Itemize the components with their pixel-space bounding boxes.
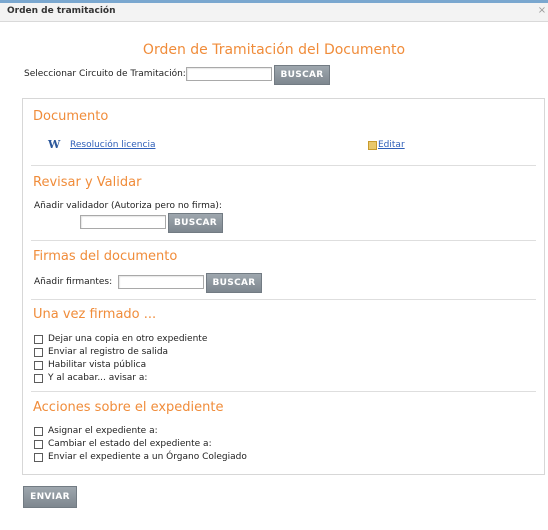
dialog-title: Orden de tramitación [7, 6, 116, 16]
checkbox[interactable] [34, 348, 43, 357]
circuit-label: Seleccionar Circuito de Tramitación: [24, 69, 186, 79]
divider-revisar [31, 240, 536, 241]
validador-label: Añadir validador (Autoriza pero no firma… [34, 201, 222, 211]
firmado-option-label: Enviar al registro de salida [48, 347, 169, 357]
divider-firmas [31, 299, 536, 300]
checkbox[interactable] [34, 440, 43, 449]
word-document-icon: W [48, 138, 61, 151]
checkbox[interactable] [34, 335, 43, 344]
checkbox[interactable] [34, 361, 43, 370]
firmado-option-label: Dejar una copia en otro expediente [48, 334, 208, 344]
dialog-titlebar: Orden de tramitación × [0, 3, 548, 22]
acciones-option-label: Cambiar el estado del expediente a: [48, 439, 212, 449]
edit-document-link[interactable]: Editar [378, 140, 405, 150]
firmado-heading: Una vez firmado ... [33, 307, 157, 322]
firmantes-label: Añadir firmantes: [34, 277, 113, 287]
acciones-heading: Acciones sobre el expediente [33, 400, 224, 415]
firmas-heading: Firmas del documento [33, 249, 178, 264]
firmantes-input[interactable] [118, 275, 204, 289]
divider-documento [31, 165, 536, 166]
checkbox[interactable] [34, 427, 43, 436]
divider-firmado [31, 391, 536, 392]
tramitacion-panel: Documento W Resolución licencia Editar R… [22, 98, 545, 475]
circuit-search-button[interactable]: BUSCAR [274, 65, 330, 85]
validador-search-button[interactable]: BUSCAR [168, 213, 223, 233]
close-icon[interactable]: × [536, 5, 548, 17]
page-title: Orden de Tramitación del Documento [142, 42, 406, 58]
circuit-input[interactable] [186, 67, 272, 81]
submit-button[interactable]: ENVIAR [23, 486, 77, 508]
checkbox[interactable] [34, 453, 43, 462]
acciones-option-label: Asignar el expediente a: [48, 426, 158, 436]
firmantes-search-button[interactable]: BUSCAR [206, 273, 262, 293]
revisar-heading: Revisar y Validar [33, 175, 142, 190]
firmado-option-label: Y al acabar... avisar a: [48, 373, 148, 383]
firmado-option-label: Habilitar vista pública [48, 360, 147, 370]
validador-input[interactable] [80, 215, 166, 229]
edit-pencil-icon [368, 141, 377, 150]
acciones-option-label: Enviar el expediente a un Órgano Colegia… [48, 452, 247, 462]
documento-heading: Documento [33, 109, 109, 124]
checkbox[interactable] [34, 374, 43, 383]
document-file-link[interactable]: Resolución licencia [70, 140, 155, 150]
